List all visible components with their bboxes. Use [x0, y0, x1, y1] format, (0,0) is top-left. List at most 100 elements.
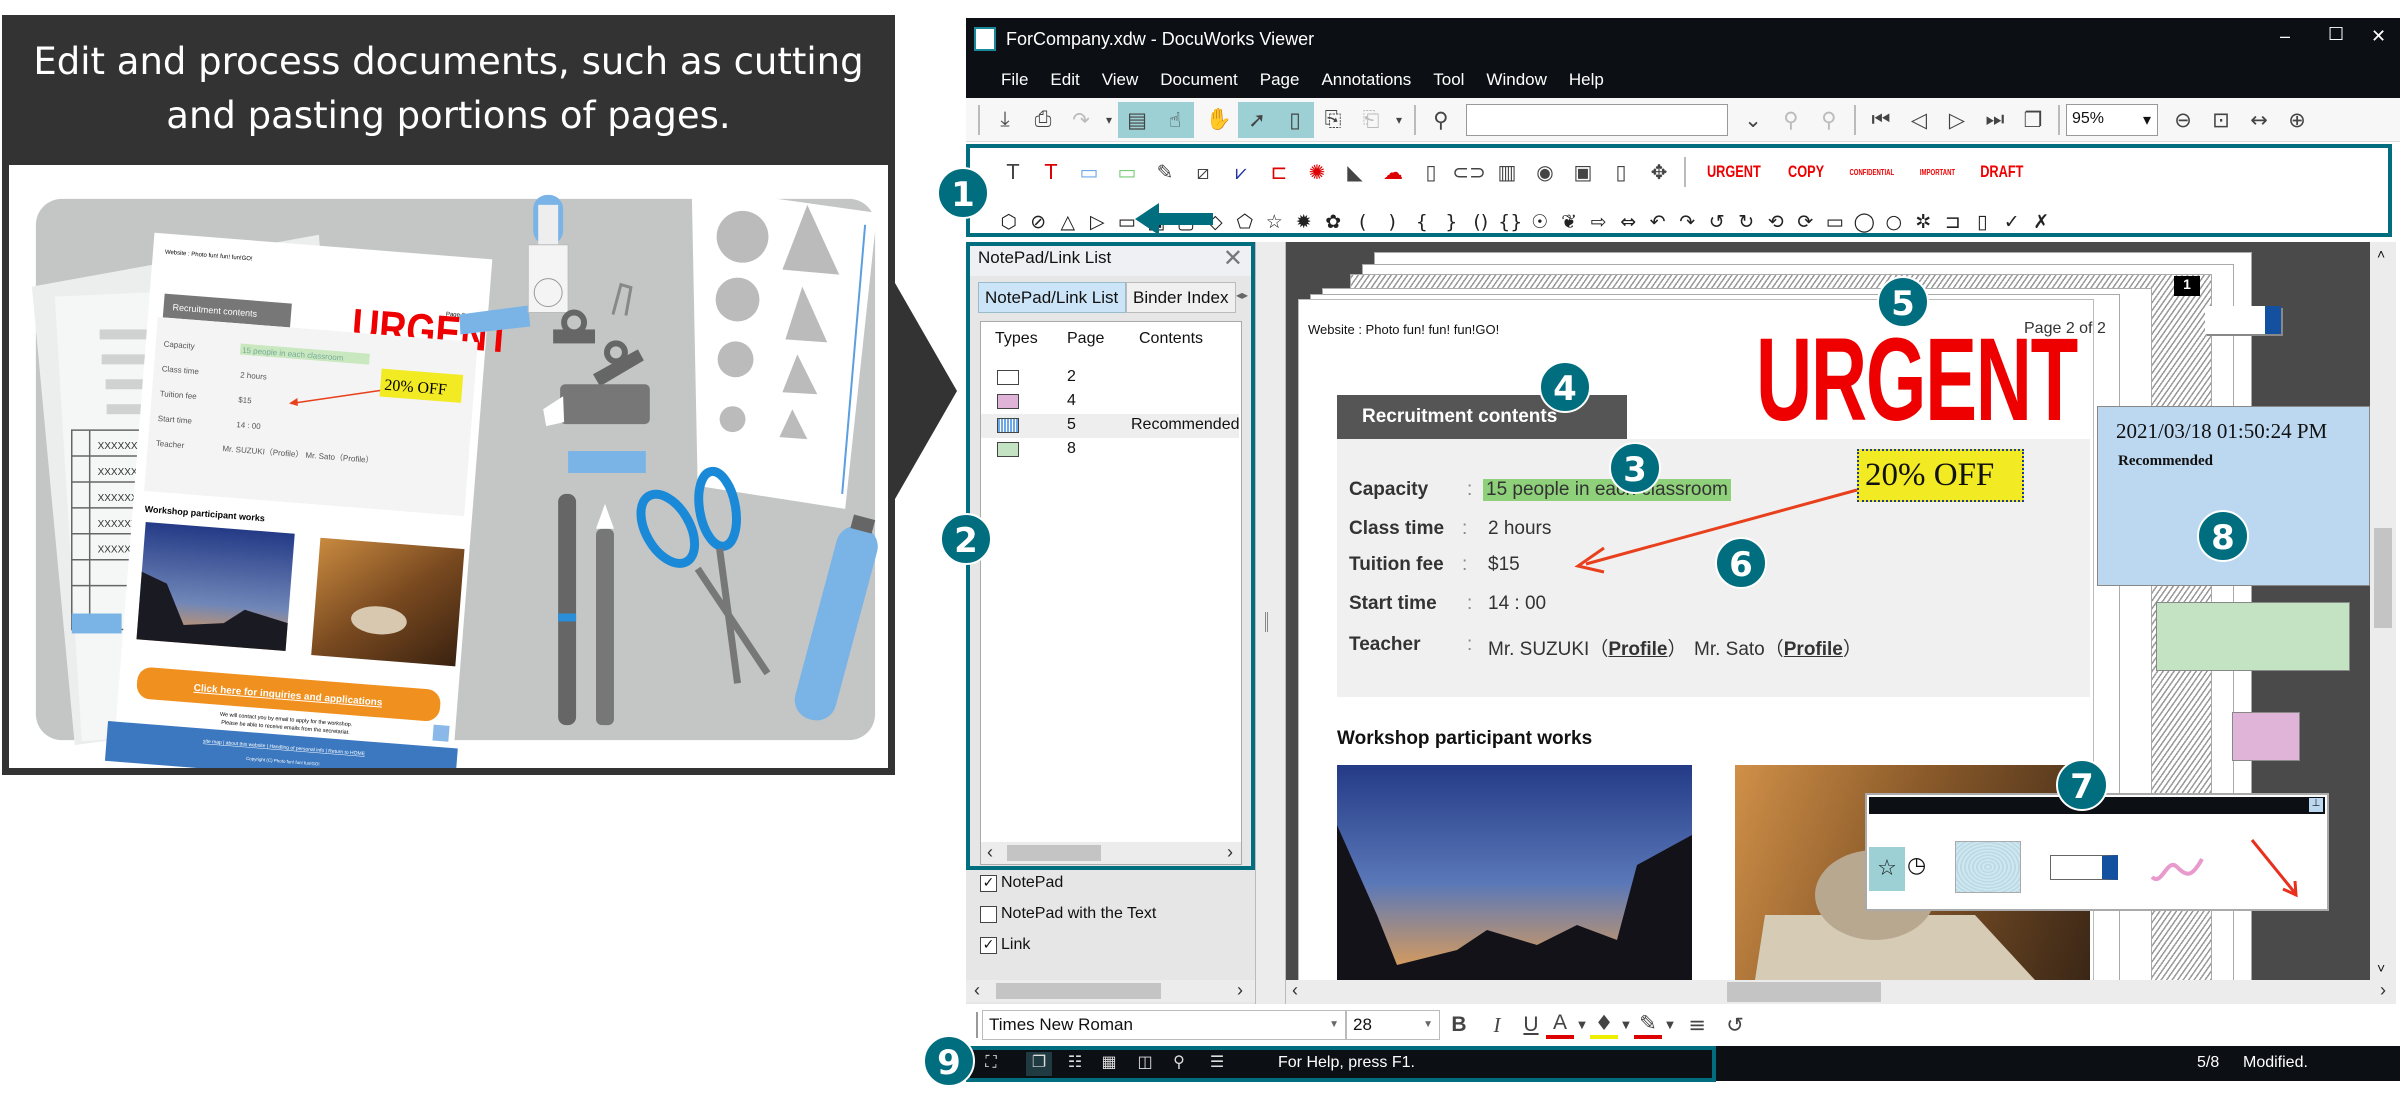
hand-icon[interactable]: ✋: [1200, 102, 1238, 138]
last-page-icon[interactable]: ⏭: [1976, 102, 2014, 138]
paren-left-icon[interactable]: (: [1348, 204, 1378, 240]
checkbox[interactable]: ✓: [980, 874, 997, 892]
palette-pen-swatch[interactable]: [2147, 847, 2207, 887]
speech-tab-icon[interactable]: ⊐: [1938, 204, 1968, 240]
stamp-draft[interactable]: DRAFT: [1972, 162, 2030, 182]
annotation-hand-icon[interactable]: ☝: [1156, 101, 1194, 138]
document-view[interactable]: 1 Website : Photo fun! fun! fun!GO! Page…: [1286, 242, 2370, 980]
rotate-90-icon[interactable]: ↷: [1062, 102, 1100, 138]
ole-icon[interactable]: ▯: [1412, 154, 1450, 190]
first-page-icon[interactable]: ⏮: [1862, 102, 1900, 138]
cross-icon[interactable]: ✗: [2027, 204, 2057, 240]
menu-annotations[interactable]: Annotations: [1310, 70, 1422, 90]
menu-window[interactable]: Window: [1475, 70, 1557, 90]
cloud-icon[interactable]: ☁: [1374, 154, 1412, 190]
filter-checkbox[interactable]: ✓ Link: [980, 936, 1030, 954]
barcode-icon[interactable]: ▥: [1488, 154, 1526, 190]
page-insert-icon[interactable]: ⎘: [1314, 102, 1352, 138]
palette-note-swatch[interactable]: [1955, 841, 2021, 893]
zoom-select[interactable]: 95% ▾: [2066, 103, 2158, 136]
fill-color-icon[interactable]: ♦: [1590, 1011, 1618, 1039]
curl-left-icon[interactable]: ↺: [1702, 204, 1732, 240]
panel-splitter[interactable]: [1255, 242, 1286, 1004]
menu-edit[interactable]: Edit: [1039, 70, 1090, 90]
checkbox[interactable]: [980, 905, 997, 923]
text-red-icon[interactable]: T: [1032, 154, 1070, 190]
menu-view[interactable]: View: [1091, 70, 1150, 90]
reset-icon[interactable]: ↺: [1716, 1007, 1754, 1043]
leaf-icon[interactable]: ❦: [1555, 204, 1585, 240]
checkbox[interactable]: ✓: [980, 936, 997, 954]
close-button[interactable]: ✕: [2371, 26, 2386, 47]
speech-oval-icon[interactable]: ○: [1879, 204, 1909, 240]
stamp-copy[interactable]: COPY: [1780, 162, 1831, 182]
menu-tool[interactable]: Tool: [1422, 70, 1475, 90]
arrow-both-icon[interactable]: ⇔: [1614, 204, 1644, 240]
favorites-star-icon[interactable]: ☆: [1869, 847, 1905, 891]
underline-button[interactable]: U: [1516, 1007, 1546, 1043]
pin-icon[interactable]: ⊥: [2309, 798, 2323, 812]
link-tab-annotation[interactable]: [2205, 306, 2281, 334]
bold-button[interactable]: B: [1440, 1007, 1478, 1043]
seal-icon[interactable]: ◉: [1526, 154, 1564, 190]
octagon-icon[interactable]: ⬡: [994, 204, 1024, 240]
find-next-icon[interactable]: ⚲: [1810, 102, 1848, 138]
stamp-urgent[interactable]: URGENT: [1699, 162, 1768, 182]
zoom-out-icon[interactable]: ⊖: [2164, 102, 2202, 138]
line-color-dropdown-icon[interactable]: ▼: [1662, 1007, 1678, 1043]
u-turn-right-icon[interactable]: ↷: [1673, 204, 1703, 240]
check-icon[interactable]: ✓: [1997, 204, 2027, 240]
marker-blue-icon[interactable]: ▭: [1070, 154, 1108, 190]
import-icon[interactable]: ⤓: [986, 102, 1024, 138]
speech-cloud-icon[interactable]: ✲: [1909, 204, 1939, 240]
move-icon[interactable]: ✥: [1640, 154, 1678, 190]
italic-button[interactable]: I: [1478, 1007, 1516, 1043]
highlighter-icon[interactable]: ✎: [1146, 154, 1184, 190]
font-size-select[interactable]: 28 ▼: [1346, 1010, 1440, 1040]
burst-icon[interactable]: ✹: [1289, 204, 1319, 240]
loop-right-icon[interactable]: ⟳: [1791, 204, 1821, 240]
chevron-down-icon[interactable]: ⌄: [1734, 102, 1772, 138]
brace-right-icon[interactable]: }: [1437, 204, 1467, 240]
panel-horizontal-scrollbar[interactable]: ‹ ›: [966, 980, 1255, 1002]
text-icon[interactable]: T: [994, 154, 1032, 190]
fit-width-icon[interactable]: ↔: [2240, 102, 2278, 138]
circle-dim-icon[interactable]: ✺: [1298, 154, 1336, 190]
page-fit-icon[interactable]: ▯: [1276, 101, 1314, 138]
double-brace-icon[interactable]: {}: [1496, 204, 1526, 240]
history-clock-icon[interactable]: ◷: [1907, 853, 1926, 878]
next-page-icon[interactable]: ▷: [1938, 102, 1976, 138]
line-color-icon[interactable]: ✎: [1634, 1011, 1662, 1039]
print-icon[interactable]: ⎙: [1024, 102, 1062, 138]
profile-link-1[interactable]: Profile: [1608, 639, 1667, 660]
speech-round-icon[interactable]: ◯: [1850, 204, 1880, 240]
filter-checkbox[interactable]: NotePad with the Text: [980, 905, 1156, 923]
play-icon[interactable]: ▷: [1083, 204, 1113, 240]
search-icon[interactable]: ⚲: [1422, 102, 1460, 138]
blob-icon[interactable]: ☉: [1525, 204, 1555, 240]
triangle-icon[interactable]: △: [1053, 204, 1083, 240]
marker-green-icon[interactable]: ▭: [1108, 154, 1146, 190]
brace-left-icon[interactable]: {: [1407, 204, 1437, 240]
curl-right-icon[interactable]: ↻: [1732, 204, 1762, 240]
font-color-dropdown-icon[interactable]: ▼: [1574, 1007, 1590, 1043]
page-stack-icon[interactable]: ❐: [2014, 102, 2052, 138]
document-horizontal-scrollbar[interactable]: ‹ ›: [1286, 980, 2396, 1004]
line-weight-icon[interactable]: ≡: [1678, 1007, 1716, 1043]
u-turn-left-icon[interactable]: ↶: [1643, 204, 1673, 240]
paren-right-icon[interactable]: ): [1378, 204, 1408, 240]
dropdown-icon[interactable]: ▾: [1390, 102, 1408, 138]
fill-shape-icon[interactable]: ◣: [1336, 154, 1374, 190]
font-color-button[interactable]: A: [1546, 1011, 1574, 1039]
a4-frame-icon[interactable]: ▯: [1602, 154, 1640, 190]
fill-color-dropdown-icon[interactable]: ▼: [1618, 1007, 1634, 1043]
sticky-note-green[interactable]: [2156, 602, 2350, 671]
tag-icon[interactable]: ⬠: [1230, 204, 1260, 240]
page-fold-icon[interactable]: ▯: [1968, 204, 1998, 240]
select-arrow-icon[interactable]: ➚: [1238, 101, 1276, 138]
filter-checkbox[interactable]: ✓ NotePad: [980, 874, 1063, 892]
palette-arrow-swatch[interactable]: [2247, 835, 2307, 901]
page-view-icon[interactable]: ▤: [1118, 101, 1156, 138]
arrow-right-icon[interactable]: ⇨: [1584, 204, 1614, 240]
maximize-button[interactable]: ☐: [2328, 24, 2344, 45]
